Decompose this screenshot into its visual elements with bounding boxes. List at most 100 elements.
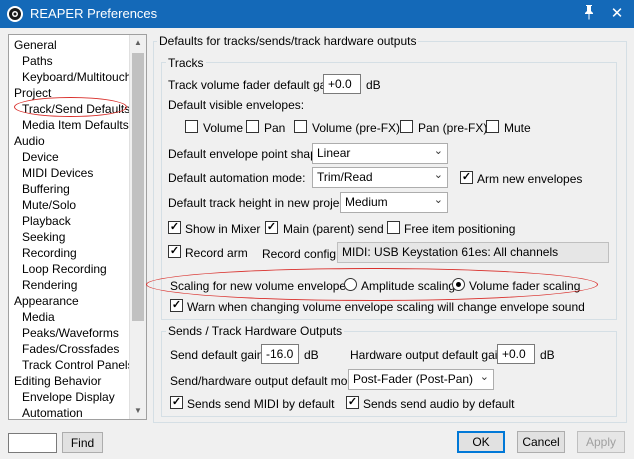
window-title: REAPER Preferences <box>30 6 158 21</box>
fader-scaling-radio[interactable] <box>452 278 465 291</box>
vol-fader-input[interactable]: +0.0 <box>323 74 361 94</box>
arm-new-env-checkbox[interactable]: ✓ <box>460 171 473 184</box>
tree-item-audio[interactable]: Audio <box>14 133 45 149</box>
env-pan-prefx-label: Pan (pre-FX) <box>418 121 488 135</box>
amplitude-scaling-label: Amplitude scaling <box>361 279 456 293</box>
send-midi-checkbox[interactable]: ✓ <box>170 396 183 409</box>
vol-fader-unit: dB <box>366 78 381 92</box>
show-mixer-label: Show in Mixer <box>185 222 261 236</box>
height-select[interactable]: Medium ⌄ <box>340 192 448 213</box>
hw-gain-input[interactable]: +0.0 <box>497 344 535 364</box>
scroll-down-icon[interactable]: ▼ <box>130 403 146 419</box>
auto-mode-value: Trim/Read <box>317 170 373 184</box>
send-mode-label: Send/hardware output default mode: <box>170 374 365 388</box>
scroll-up-icon[interactable]: ▲ <box>130 35 146 51</box>
scaling-label: Scaling for new volume envelopes: <box>170 279 356 293</box>
send-mode-value: Post-Fader (Post-Pan) <box>353 372 474 386</box>
chevron-down-icon: ⌄ <box>433 194 443 206</box>
reaper-logo-icon <box>7 6 23 22</box>
warn-scaling-checkbox[interactable]: ✓ <box>170 299 183 312</box>
point-shape-label: Default envelope point shape: <box>168 147 327 161</box>
arm-new-env-label: Arm new envelopes <box>477 172 583 186</box>
env-volume-checkbox[interactable] <box>185 120 198 133</box>
env-pan-prefx-checkbox[interactable] <box>400 120 413 133</box>
fader-scaling-label: Volume fader scaling <box>469 279 581 293</box>
tree-item-appearance[interactable]: Appearance <box>14 293 79 309</box>
record-config-label: Record config: <box>262 247 340 261</box>
tree-item-general[interactable]: General <box>14 37 57 53</box>
free-item-checkbox[interactable] <box>387 221 400 234</box>
ok-button[interactable]: OK <box>457 431 505 453</box>
env-volume-prefx-label: Volume (pre-FX) <box>312 121 401 135</box>
find-input[interactable] <box>8 433 57 453</box>
send-gain-unit: dB <box>304 348 319 362</box>
tree-item-media-item-defaults[interactable]: Media Item Defaults <box>22 117 129 133</box>
tree-item-editing-behavior[interactable]: Editing Behavior <box>14 373 101 389</box>
tree-item-buffering[interactable]: Buffering <box>22 181 70 197</box>
tree-item-playback[interactable]: Playback <box>22 213 71 229</box>
pin-glyph <box>585 5 593 20</box>
env-volume-prefx-checkbox[interactable] <box>294 120 307 133</box>
env-mute-label: Mute <box>504 121 531 135</box>
env-volume-label: Volume <box>203 121 244 135</box>
tree-item-media[interactable]: Media <box>22 309 55 325</box>
hw-gain-unit: dB <box>540 348 555 362</box>
find-button[interactable]: Find <box>62 432 103 453</box>
tree-item-track-control-panels[interactable]: Track Control Panels <box>22 357 134 373</box>
point-shape-select[interactable]: Linear ⌄ <box>312 143 448 164</box>
pin-icon[interactable] <box>578 4 600 24</box>
free-item-label: Free item positioning <box>404 222 516 236</box>
tree-item-midi-devices[interactable]: MIDI Devices <box>22 165 93 181</box>
main-send-checkbox[interactable]: ✓ <box>265 221 278 234</box>
tree-item-rendering[interactable]: Rendering <box>22 277 77 293</box>
tree-item-envelope-display[interactable]: Envelope Display <box>22 389 115 405</box>
tree-item-keyboard[interactable]: Keyboard/Multitouch <box>22 69 131 85</box>
scrollbar-thumb[interactable] <box>132 53 144 321</box>
tree-item-mute-solo[interactable]: Mute/Solo <box>22 197 76 213</box>
record-arm-checkbox[interactable]: ✓ <box>168 245 181 258</box>
tree-item-paths[interactable]: Paths <box>22 53 53 69</box>
send-audio-label: Sends send audio by default <box>363 397 515 411</box>
tree-scrollbar[interactable]: ▲ ▼ <box>129 35 146 419</box>
send-gain-label: Send default gain: <box>170 348 267 362</box>
send-mode-select[interactable]: Post-Fader (Post-Pan) ⌄ <box>348 369 494 390</box>
cancel-button[interactable]: Cancel <box>517 431 565 453</box>
show-mixer-checkbox[interactable]: ✓ <box>168 221 181 234</box>
tree-item-seeking[interactable]: Seeking <box>22 229 65 245</box>
tracks-group-label: Tracks <box>166 56 206 70</box>
tree-item-automation[interactable]: Automation <box>22 405 83 419</box>
auto-mode-select[interactable]: Trim/Read ⌄ <box>312 167 448 188</box>
visible-env-label: Default visible envelopes: <box>168 98 305 112</box>
height-label: Default track height in new projects: <box>168 196 359 210</box>
send-midi-label: Sends send MIDI by default <box>187 397 335 411</box>
radio-selected-dot <box>456 282 461 287</box>
point-shape-value: Linear <box>317 146 351 160</box>
amplitude-scaling-radio[interactable] <box>344 278 357 291</box>
main-send-label: Main (parent) send <box>283 222 384 236</box>
env-mute-checkbox[interactable] <box>486 120 499 133</box>
height-value: Medium <box>345 195 388 209</box>
warn-scaling-label: Warn when changing volume envelope scali… <box>187 300 585 314</box>
tree-item-device[interactable]: Device <box>22 149 59 165</box>
section-title: Defaults for tracks/sends/track hardware… <box>157 34 419 48</box>
hw-gain-label: Hardware output default gain: <box>350 348 508 362</box>
chevron-down-icon: ⌄ <box>433 145 443 157</box>
vol-fader-label: Track volume fader default gain: <box>168 78 339 92</box>
tree-item-project[interactable]: Project <box>14 85 51 101</box>
chevron-down-icon: ⌄ <box>479 371 489 383</box>
apply-button[interactable]: Apply <box>577 431 625 453</box>
close-button[interactable]: ✕ <box>606 4 628 24</box>
send-gain-input[interactable]: -16.0 <box>261 344 299 364</box>
tree-item-peaks-waveforms[interactable]: Peaks/Waveforms <box>22 325 119 341</box>
tree-item-fades-crossfades[interactable]: Fades/Crossfades <box>22 341 119 357</box>
record-config-field[interactable]: MIDI: USB Keystation 61es: All channels <box>337 242 609 263</box>
send-audio-checkbox[interactable]: ✓ <box>346 396 359 409</box>
env-pan-checkbox[interactable] <box>246 120 259 133</box>
env-pan-label: Pan <box>264 121 286 135</box>
tree-item-track-send-defaults[interactable]: Track/Send Defaults <box>22 101 130 117</box>
tree-item-recording[interactable]: Recording <box>22 245 77 261</box>
preferences-tree[interactable]: General Paths Keyboard/Multitouch Projec… <box>8 34 147 420</box>
sends-group-label: Sends / Track Hardware Outputs <box>166 324 345 338</box>
auto-mode-label: Default automation mode: <box>168 171 306 185</box>
tree-item-loop-recording[interactable]: Loop Recording <box>22 261 107 277</box>
